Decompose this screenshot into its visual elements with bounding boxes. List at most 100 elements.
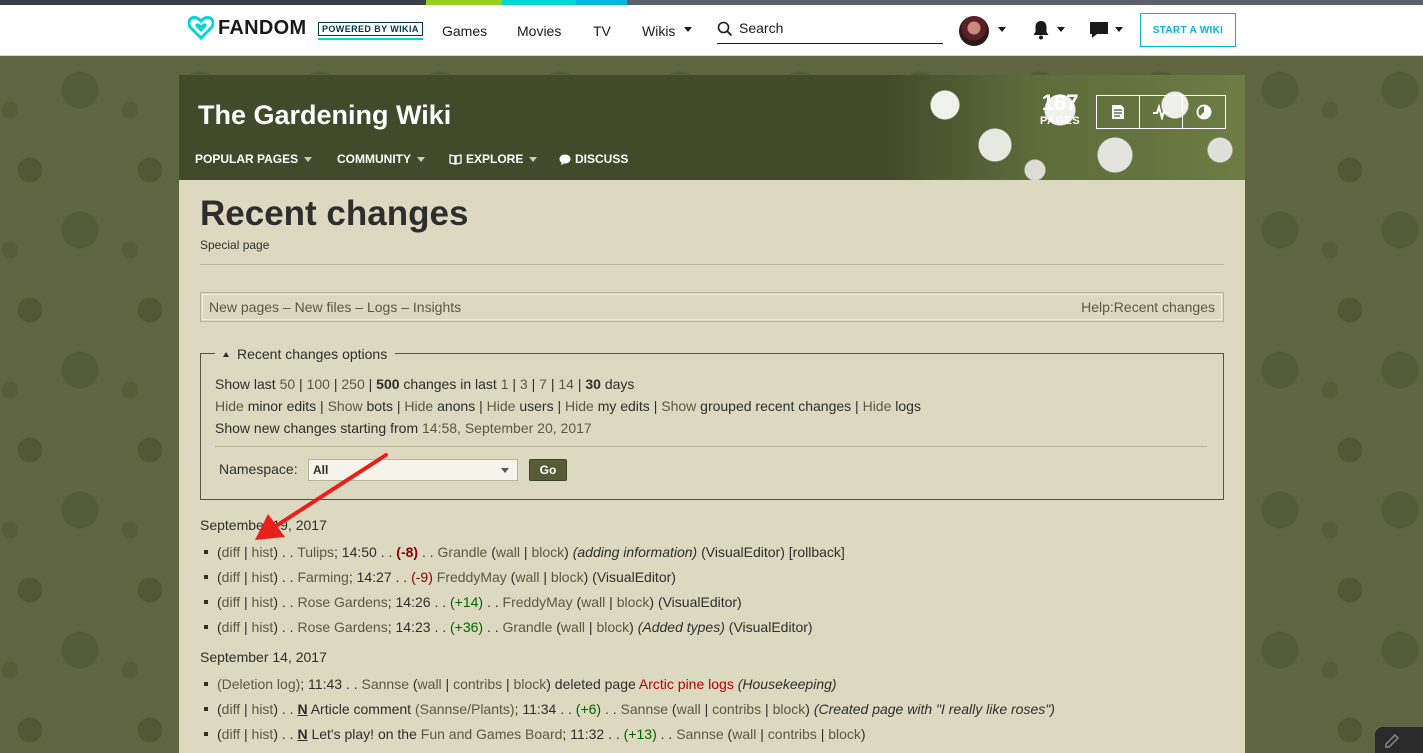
messages-chevron-down-icon[interactable] [1115,27,1123,32]
rollback-link[interactable]: [rollback] [789,544,845,560]
hist-link[interactable]: hist [252,701,274,717]
user-link[interactable]: Sannse [676,726,723,742]
edit-summary: (Created page with "I really like roses"… [813,701,1055,717]
hist-link[interactable]: hist [252,619,274,635]
chat-icon[interactable] [1089,20,1109,40]
block-link[interactable]: block [596,619,629,635]
wall-link[interactable]: wall [581,594,605,610]
avatar[interactable] [959,16,989,46]
options-legend[interactable]: Recent changes options [215,346,396,362]
limit-250-link[interactable]: 250 [341,376,364,392]
limit-100-link[interactable]: 100 [307,376,330,392]
hist-link[interactable]: hist [252,594,274,610]
hist-link[interactable]: hist [252,569,274,585]
contribs-link[interactable]: contribs [768,726,817,742]
wall-link[interactable]: wall [677,701,701,717]
contribs-link[interactable]: contribs [453,676,502,692]
nav-link-wikis[interactable]: Wikis [642,23,675,39]
nav-link-tv[interactable]: TV [593,23,611,39]
go-button[interactable]: Go [529,459,567,481]
wikis-chevron-down-icon[interactable] [684,27,692,32]
block-link[interactable]: block [828,726,861,742]
wiki-title[interactable]: The Gardening Wiki [198,100,451,131]
user-link[interactable]: FreddyMay [503,594,573,610]
page-link[interactable]: Rose Gardens [297,594,387,610]
days-7-link[interactable]: 7 [539,376,547,392]
toggle-logs-link[interactable]: Hide [863,398,892,414]
nav-link-movies[interactable]: Movies [517,23,561,39]
hist-link[interactable]: hist [252,726,274,742]
user-link[interactable]: Grandle [503,619,553,635]
block-link[interactable]: block [531,544,564,560]
deleted-page-link[interactable]: Arctic pine logs [639,676,734,692]
fandom-logo[interactable]: FANDOM [188,15,306,41]
wall-link[interactable]: wall [515,569,539,585]
bell-icon[interactable] [1032,20,1050,40]
wiki-nav-popular-pages[interactable]: POPULAR PAGES [195,152,313,166]
page-link[interactable]: (Sannse/Plants) [415,701,515,717]
wall-link[interactable]: wall [418,676,442,692]
hist-link[interactable]: hist [252,544,274,560]
diff-link[interactable]: diff [222,569,240,585]
user-link[interactable]: Sannse [621,701,668,717]
notifications-chevron-down-icon[interactable] [1057,27,1065,32]
list-item: (diff | hist) . . Farming; 14:27 . . (-9… [204,567,845,592]
grouped-label: grouped recent changes [700,398,852,414]
toggle-anons-link[interactable]: Hide [404,398,433,414]
wiki-nav-discuss[interactable]: DISCUSS [559,152,628,166]
days-14-link[interactable]: 14 [558,376,574,392]
list-item: (diff | hist) . . N Let's play! on the F… [204,724,1055,749]
user-link[interactable]: FreddyMay [437,569,507,585]
diff-link[interactable]: diff [222,701,240,717]
block-link[interactable]: block [514,676,547,692]
wall-link[interactable]: wall [496,544,520,560]
page-link[interactable]: Tulips [297,544,334,560]
wiki-nav-community[interactable]: COMMUNITY [337,152,425,166]
toggle-minor-edits-link[interactable]: Hide [215,398,244,414]
nav-link-games[interactable]: Games [442,23,487,39]
list-item: (diff | hist) . . N Article comment (San… [204,699,1055,724]
diff-link[interactable]: diff [222,726,240,742]
wiki-nav-explore[interactable]: EXPLORE [449,152,538,166]
page-link[interactable]: Farming [297,569,348,585]
date-header: September 19, 2017 [200,517,327,533]
start-a-wiki-button[interactable]: START A WIKI [1140,13,1236,47]
add-page-button[interactable] [1097,96,1139,128]
diff-link[interactable]: diff [222,544,240,560]
block-link[interactable]: block [551,569,584,585]
bots-label: bots [366,398,393,414]
toggle-users-link[interactable]: Hide [487,398,516,414]
block-link[interactable]: block [773,701,806,717]
corner-widget [1375,727,1423,753]
help-recent-changes-link[interactable]: Help:Recent changes [1081,299,1215,315]
search-input[interactable] [737,19,941,37]
diff-link[interactable]: diff [222,594,240,610]
page-link[interactable]: Rose Gardens [297,619,387,635]
user-link[interactable]: Sannse [362,676,409,692]
page-link[interactable]: Fun and Games Board [421,726,563,742]
toggle-grouped-link[interactable]: Show [661,398,696,414]
diff-link[interactable]: diff [222,619,240,635]
days-30-selected: 30 [585,376,601,392]
search-box[interactable] [717,17,943,44]
new-changes-from-link[interactable]: 14:58, September 20, 2017 [422,420,592,436]
days-1-link[interactable]: 1 [501,376,509,392]
wiki-activity-button[interactable] [1139,96,1182,128]
toggle-bots-link[interactable]: Show [328,398,363,414]
limit-50-link[interactable]: 50 [280,376,296,392]
wiki-insights-button[interactable] [1182,96,1225,128]
user-link[interactable]: Grandle [438,544,488,560]
days-3-link[interactable]: 3 [520,376,528,392]
change-time: 11:34 [522,701,557,717]
deletion-log-link[interactable]: (Deletion log) [217,676,300,692]
wall-link[interactable]: wall [561,619,585,635]
wall-link[interactable]: wall [732,726,756,742]
contribs-link[interactable]: contribs [712,701,761,717]
avatar-chevron-down-icon[interactable] [998,27,1006,32]
block-link[interactable]: block [617,594,650,610]
log-action: deleted page [554,676,636,692]
special-links[interactable]: New pages – New files – Logs – Insights [209,299,461,315]
activity-pulse-icon [1153,104,1169,120]
namespace-select[interactable]: All [308,459,518,481]
toggle-my-edits-link[interactable]: Hide [565,398,594,414]
